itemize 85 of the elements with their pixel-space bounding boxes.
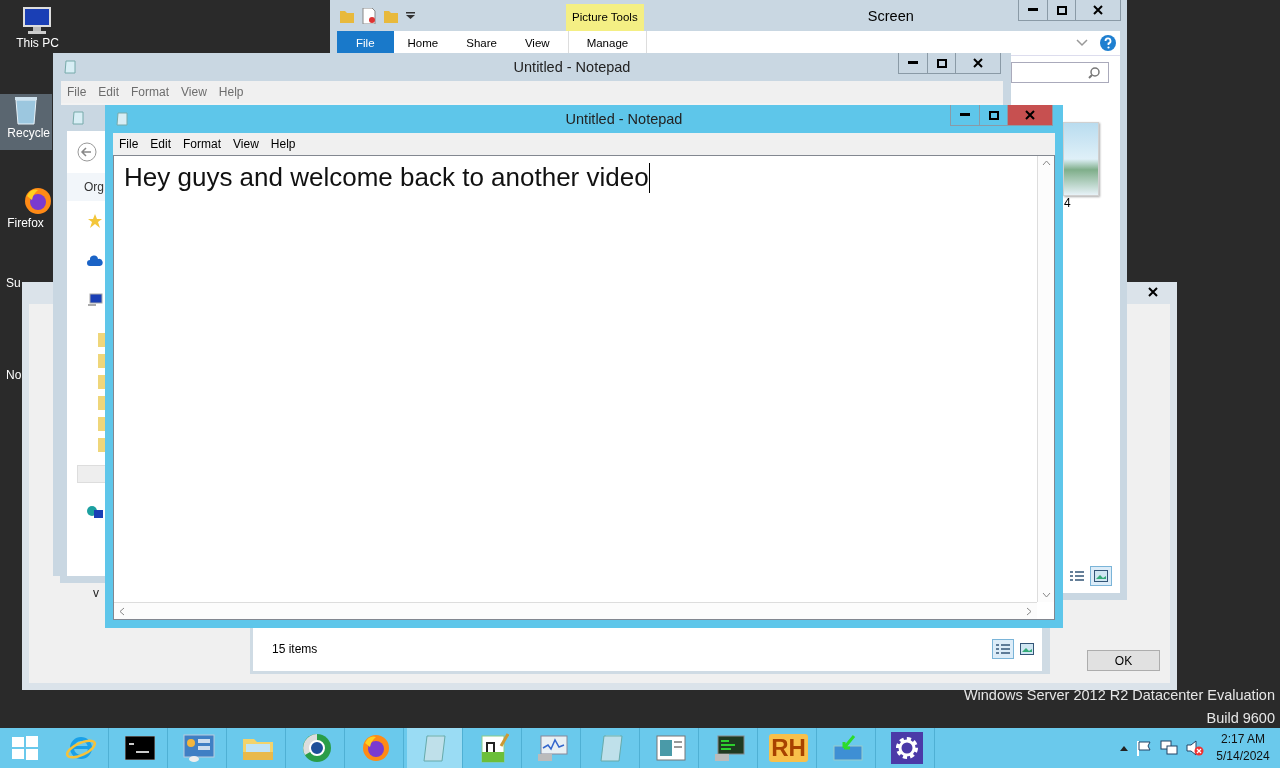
- menu-item[interactable]: File: [113, 137, 145, 151]
- notepad-plus-icon: [478, 732, 509, 764]
- text-cursor: [648, 162, 650, 193]
- computer-icon[interactable]: [87, 293, 103, 307]
- windows-logo-icon: [12, 736, 38, 760]
- os-edition-text: Windows Server 2012 R2 Datacenter Evaluation: [963, 686, 1275, 705]
- window-title: Untitled - Notepad: [512, 59, 632, 75]
- typed-text: Hey guys and welcome back to another video: [124, 162, 649, 193]
- close-icon: [1147, 286, 1158, 297]
- minimize-icon: [960, 113, 970, 117]
- os-edition-text: Build 9600: [1205, 709, 1275, 728]
- menu-item[interactable]: Format: [177, 137, 228, 151]
- window-title: Untitled - Notepad: [564, 111, 684, 127]
- menu-item[interactable]: Edit: [144, 137, 178, 151]
- ribbon-tab[interactable]: Share: [452, 31, 511, 55]
- close-icon: [973, 58, 983, 68]
- close-icon: [1093, 5, 1103, 15]
- menu-item[interactable]: Help: [264, 137, 302, 151]
- ribbon-tab[interactable]: Home: [393, 31, 453, 55]
- menu-item[interactable]: Format: [125, 85, 176, 99]
- image-icon: [1020, 643, 1034, 655]
- toolbar-label[interactable]: Org: [84, 180, 104, 194]
- network-icon[interactable]: [1160, 740, 1178, 756]
- fox-globe-icon: [360, 733, 391, 763]
- maximize-icon: [1056, 5, 1067, 15]
- search-field[interactable]: [1011, 62, 1109, 83]
- desktop-icon-label[interactable]: Firefox: [7, 216, 44, 230]
- desktop-icon-label[interactable]: Su: [6, 276, 21, 290]
- dropdown-icon[interactable]: [406, 11, 415, 20]
- chevron-down-icon[interactable]: [1076, 39, 1088, 47]
- terminal-icon: [124, 736, 155, 760]
- flag-icon[interactable]: [1136, 740, 1152, 756]
- maximize-icon: [936, 58, 947, 68]
- thumbnail-view-button[interactable]: [1090, 566, 1112, 586]
- network-icon[interactable]: [87, 505, 103, 519]
- label-text: v: [93, 586, 99, 600]
- menu-item[interactable]: Help: [212, 85, 250, 99]
- desktop-icon[interactable]: Recycle: [0, 94, 52, 150]
- ribbon-tab[interactable]: File: [337, 31, 394, 55]
- search-icon: [1088, 66, 1100, 79]
- notepad-icon: [597, 733, 626, 763]
- desktop-icon-label[interactable]: This PC: [16, 36, 59, 50]
- image-thumbnail[interactable]: [1063, 122, 1099, 196]
- chart-monitor-icon: [536, 734, 569, 762]
- menu-item[interactable]: View: [227, 137, 265, 151]
- close-button[interactable]: [1007, 105, 1052, 125]
- up-triangle-icon[interactable]: [1120, 745, 1128, 751]
- maximize-icon: [988, 110, 999, 120]
- speaker-muted-icon[interactable]: [1186, 740, 1204, 756]
- status-text: 15 items: [272, 642, 319, 656]
- notepad-icon: [64, 60, 76, 74]
- minimize-icon: [908, 61, 918, 65]
- thumbnail-caption: 4: [1064, 196, 1071, 210]
- close-icon: [1025, 110, 1035, 120]
- terminal-monitor-icon: [713, 734, 746, 762]
- horizontal-scrollbar[interactable]: [114, 602, 1037, 619]
- help-icon[interactable]: [1100, 35, 1116, 51]
- cloud-icon[interactable]: [87, 255, 103, 267]
- context-tab-label: Picture Tools: [566, 4, 644, 31]
- ok-button[interactable]: OK: [1087, 650, 1160, 671]
- window-title: Screen: [866, 7, 915, 24]
- minimize-icon: [1028, 8, 1038, 12]
- details-view-button[interactable]: [992, 639, 1014, 659]
- image-icon: [1094, 570, 1108, 582]
- menu-item[interactable]: View: [175, 85, 213, 99]
- download-arrow-icon: [831, 734, 864, 762]
- list-icon: [996, 643, 1010, 655]
- ribbon-tab[interactable]: View: [510, 31, 564, 55]
- desktop-icon-label[interactable]: No: [6, 368, 22, 382]
- fox-globe-icon: [22, 186, 53, 216]
- document-icon[interactable]: [362, 7, 376, 24]
- star-icon[interactable]: [87, 213, 103, 229]
- vertical-scrollbar[interactable]: [1037, 156, 1054, 602]
- window-icon: [655, 735, 686, 761]
- menu-item[interactable]: Edit: [92, 85, 126, 99]
- clock[interactable]: 2:17 AM 5/14/2024: [1212, 731, 1274, 765]
- menu-item[interactable]: File: [61, 85, 93, 99]
- notepad-icon: [116, 112, 128, 126]
- taskbar-button[interactable]: RH: [761, 728, 817, 768]
- notepad-icon: [420, 733, 449, 763]
- list-icon: [1070, 570, 1084, 582]
- window-icon: [72, 111, 84, 125]
- gear-icon: [890, 732, 923, 764]
- globe-icon: [301, 733, 332, 763]
- dashboard-icon: [182, 733, 215, 763]
